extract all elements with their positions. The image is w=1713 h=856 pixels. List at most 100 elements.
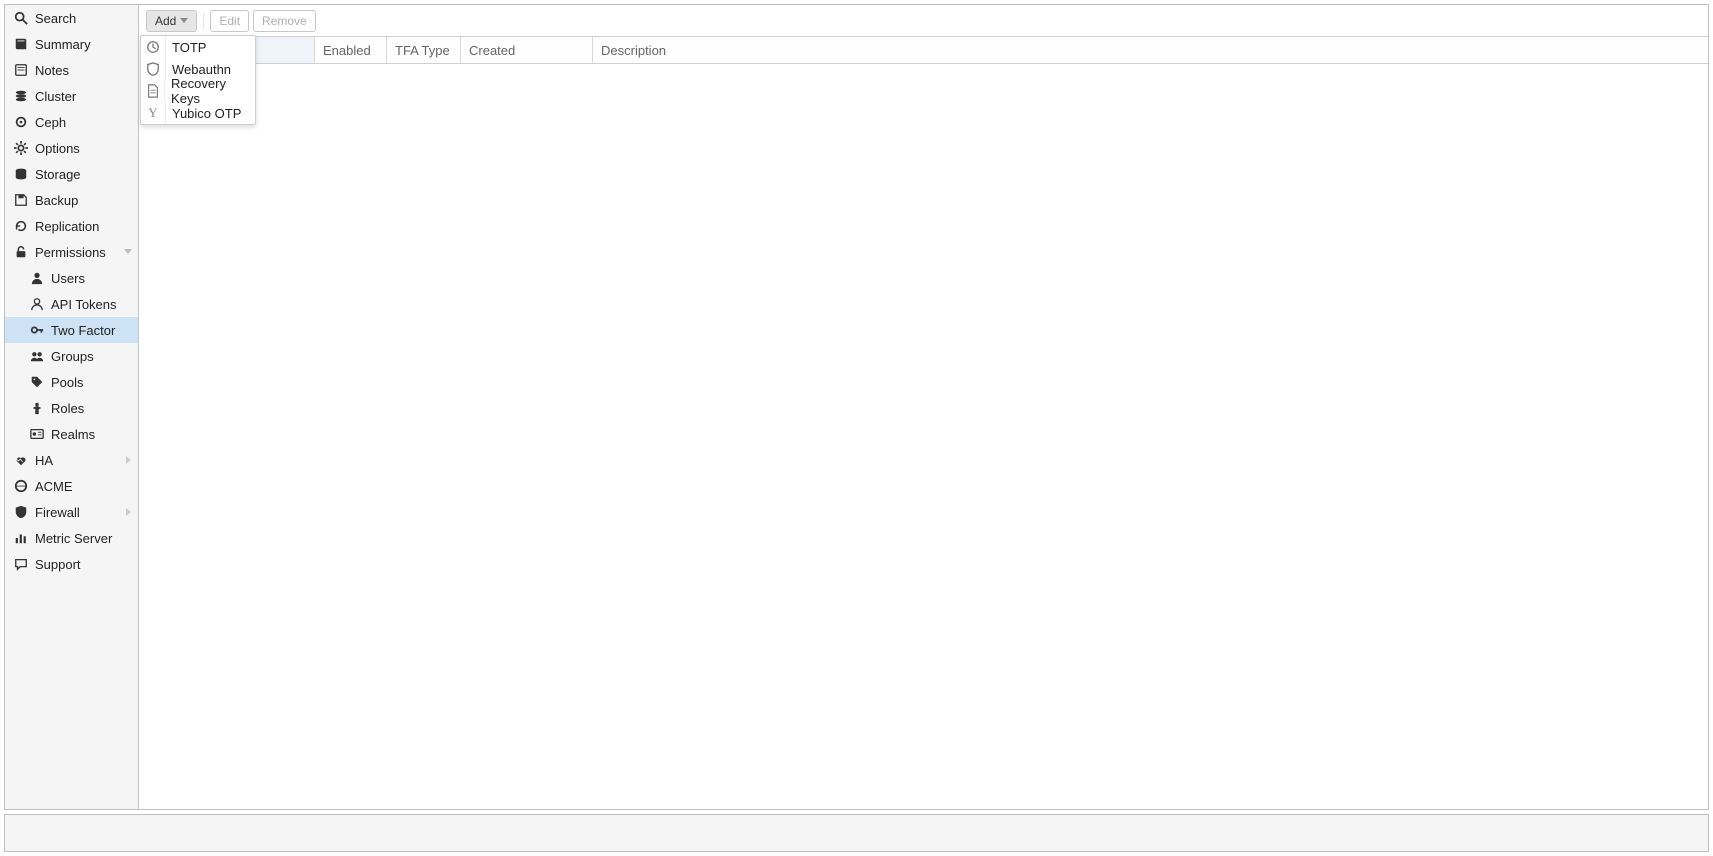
status-bar <box>4 814 1709 852</box>
add-menu-item-label: Yubico OTP <box>166 106 241 121</box>
column-header-label: Created <box>469 43 515 58</box>
chevron-down-icon <box>124 249 132 255</box>
sidebar-item-ha[interactable]: HA <box>5 447 138 473</box>
toolbar-separator <box>203 13 204 29</box>
sidebar-item-support[interactable]: Support <box>5 551 138 577</box>
user-o-icon <box>29 296 45 312</box>
sidebar-item-permissions[interactable]: Permissions <box>5 239 138 265</box>
sidebar-item-storage[interactable]: Storage <box>5 161 138 187</box>
sidebar-item-label: Ceph <box>35 115 66 130</box>
sidebar-item-label: Backup <box>35 193 78 208</box>
person-icon <box>29 400 45 416</box>
tags-icon <box>29 374 45 390</box>
sidebar-item-label: Replication <box>35 219 99 234</box>
column-header-description[interactable]: Description <box>593 37 1708 63</box>
sidebar-item-label: Support <box>35 557 81 572</box>
sidebar-item-label: Firewall <box>35 505 80 520</box>
sidebar-item-cluster[interactable]: Cluster <box>5 83 138 109</box>
column-header-label: Enabled <box>323 43 371 58</box>
sidebar-item-metric-server[interactable]: Metric Server <box>5 525 138 551</box>
file-icon <box>141 80 165 102</box>
sidebar-item-label: Search <box>35 11 76 26</box>
column-header-enabled[interactable]: Enabled <box>315 37 387 63</box>
sidebar-item-label: ACME <box>35 479 73 494</box>
sidebar-item-label: Two Factor <box>51 323 115 338</box>
add-menu-item-label: Webauthn <box>166 62 231 77</box>
key-icon <box>29 322 45 338</box>
sidebar-item-summary[interactable]: Summary <box>5 31 138 57</box>
db-icon <box>13 166 29 182</box>
sidebar-item-label: Notes <box>35 63 69 78</box>
sidebar-item-options[interactable]: Options <box>5 135 138 161</box>
sidebar-item-roles[interactable]: Roles <box>5 395 138 421</box>
sidebar-item-pools[interactable]: Pools <box>5 369 138 395</box>
heart-icon <box>13 452 29 468</box>
sidebar-item-label: HA <box>35 453 53 468</box>
sidebar-item-search[interactable]: Search <box>5 5 138 31</box>
stack-icon <box>13 88 29 104</box>
add-menu-item-totp[interactable]: TOTP <box>141 36 255 58</box>
sidebar-item-acme[interactable]: ACME <box>5 473 138 499</box>
edit-button[interactable]: Edit <box>210 10 249 32</box>
sidebar-item-label: Permissions <box>35 245 106 260</box>
sidebar-item-label: Summary <box>35 37 91 52</box>
sidebar-item-realms[interactable]: Realms <box>5 421 138 447</box>
sidebar-item-label: Options <box>35 141 80 156</box>
save-icon <box>13 192 29 208</box>
sidebar-item-label: Realms <box>51 427 95 442</box>
remove-button[interactable]: Remove <box>253 10 316 32</box>
sidebar-item-users[interactable]: Users <box>5 265 138 291</box>
sidebar-item-label: Users <box>51 271 85 286</box>
gear-icon <box>13 140 29 156</box>
toolbar: Add Edit Remove <box>140 5 1708 37</box>
clock-icon <box>141 36 166 58</box>
ceph-icon <box>13 114 29 130</box>
sidebar-item-label: Roles <box>51 401 84 416</box>
sidebar-item-label: Metric Server <box>35 531 112 546</box>
column-header-label: TFA Type <box>395 43 450 58</box>
main-panel: Search Summary Notes Cluster Ceph Options Stor… <box>4 4 1709 810</box>
sidebar-item-label: Pools <box>51 375 84 390</box>
sidebar-item-backup[interactable]: Backup <box>5 187 138 213</box>
refresh-icon <box>13 218 29 234</box>
sidebar-item-two-factor[interactable]: Two Factor <box>5 317 138 343</box>
add-button[interactable]: Add <box>146 10 197 32</box>
table-header: Enabled TFA Type Created Description <box>140 37 1708 64</box>
sidebar-item-ceph[interactable]: Ceph <box>5 109 138 135</box>
chevron-right-icon <box>126 508 132 516</box>
column-header-tfa-type[interactable]: TFA Type <box>387 37 461 63</box>
chevron-down-icon <box>180 18 188 24</box>
comment-icon <box>13 556 29 572</box>
sidebar-item-label: Groups <box>51 349 94 364</box>
sidebar-item-label: Storage <box>35 167 81 182</box>
id-icon <box>29 426 45 442</box>
sidebar-item-api-tokens[interactable]: API Tokens <box>5 291 138 317</box>
sidebar-item-groups[interactable]: Groups <box>5 343 138 369</box>
shield-o-icon <box>141 58 166 80</box>
add-menu-item-recovery-keys[interactable]: Recovery Keys <box>141 80 255 102</box>
sidebar-item-label: API Tokens <box>51 297 117 312</box>
sidebar-item-label: Cluster <box>35 89 76 104</box>
add-dropdown: TOTPWebauthnRecovery KeysYYubico OTP <box>140 35 256 125</box>
add-menu-item-yubico-otp[interactable]: YYubico OTP <box>141 102 255 124</box>
sidebar-item-firewall[interactable]: Firewall <box>5 499 138 525</box>
column-header-created[interactable]: Created <box>461 37 593 63</box>
add-button-label: Add <box>155 14 176 28</box>
add-menu-item-label: Recovery Keys <box>165 76 255 106</box>
user-icon <box>29 270 45 286</box>
book-icon <box>13 36 29 52</box>
column-header-label: Description <box>601 43 666 58</box>
add-menu-item-label: TOTP <box>166 40 206 55</box>
content: Add Edit Remove Enabled TFA Type Created De… <box>140 5 1708 809</box>
sidebar-item-notes[interactable]: Notes <box>5 57 138 83</box>
search-icon <box>13 10 29 26</box>
sidebar: Search Summary Notes Cluster Ceph Options Stor… <box>5 5 139 809</box>
users-icon <box>29 348 45 364</box>
remove-button-label: Remove <box>262 14 307 28</box>
y-icon: Y <box>141 102 166 124</box>
unlock-icon <box>13 244 29 260</box>
chevron-right-icon <box>126 456 132 464</box>
note-icon <box>13 62 29 78</box>
cert-icon <box>13 478 29 494</box>
sidebar-item-replication[interactable]: Replication <box>5 213 138 239</box>
